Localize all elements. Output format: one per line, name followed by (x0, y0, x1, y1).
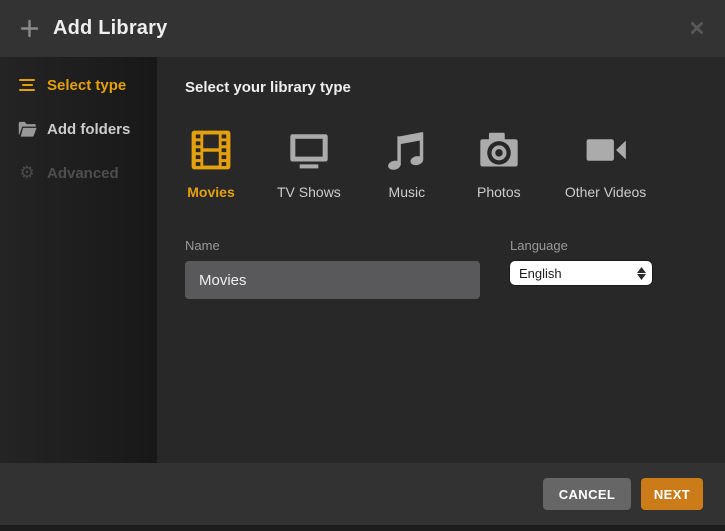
sidebar-item-label: Select type (47, 77, 126, 94)
fields-row: Name Language English (185, 238, 725, 299)
library-type-label: TV Shows (277, 184, 341, 200)
library-type-photos[interactable]: Photos (473, 126, 525, 200)
sidebar-item-select-type[interactable]: Select type (0, 63, 157, 107)
tv-icon (286, 126, 332, 174)
music-note-icon (384, 126, 430, 174)
close-icon[interactable] (687, 18, 707, 38)
language-select[interactable]: English (510, 261, 652, 285)
library-type-label: Music (389, 184, 426, 200)
name-input[interactable] (185, 261, 480, 299)
plus-icon (20, 19, 39, 38)
sidebar-item-add-folders[interactable]: Add folders (0, 107, 157, 151)
next-button[interactable]: NEXT (641, 478, 703, 510)
dialog-title: Add Library (53, 17, 167, 40)
folder-icon (17, 121, 37, 137)
video-camera-icon (583, 126, 629, 174)
name-field-label: Name (185, 238, 480, 253)
add-library-dialog: Add Library Select type Add folders (0, 0, 725, 531)
language-field-label: Language (510, 238, 652, 253)
dialog-bottom-edge (0, 525, 725, 531)
library-type-picker: Movies TV Shows (185, 126, 725, 200)
library-type-tv-shows[interactable]: TV Shows (277, 126, 341, 200)
camera-icon (476, 126, 522, 174)
dialog-header: Add Library (0, 0, 725, 57)
library-type-movies[interactable]: Movies (185, 126, 237, 200)
cancel-button[interactable]: CANCEL (543, 478, 631, 510)
sidebar-item-advanced: ⚙ Advanced (0, 151, 157, 195)
library-type-label: Photos (477, 184, 521, 200)
name-field-block: Name (185, 238, 480, 299)
select-stepper-icon (637, 267, 646, 280)
sidebar-item-label: Add folders (47, 121, 130, 138)
library-type-label: Movies (187, 184, 234, 200)
panel-heading: Select your library type (185, 79, 725, 96)
library-type-label: Other Videos (565, 184, 646, 200)
dialog-footer: CANCEL NEXT (0, 463, 725, 525)
library-type-music[interactable]: Music (381, 126, 433, 200)
film-icon (188, 126, 234, 174)
language-selected-value: English (519, 266, 637, 281)
dialog-body: Select type Add folders ⚙ Advanced Selec… (0, 57, 725, 463)
sidebar-item-label: Advanced (47, 165, 119, 182)
wizard-steps-sidebar: Select type Add folders ⚙ Advanced (0, 57, 157, 463)
select-type-panel: Select your library type Mov (157, 57, 725, 463)
gear-icon: ⚙ (17, 165, 37, 182)
language-field-block: Language English (510, 238, 652, 299)
library-type-other-videos[interactable]: Other Videos (565, 126, 646, 200)
select-type-lines-icon (17, 79, 37, 92)
